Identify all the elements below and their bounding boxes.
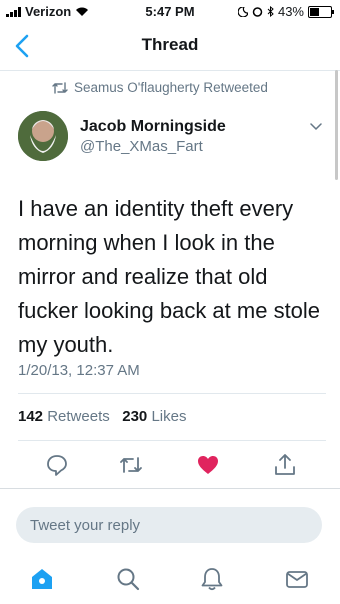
mail-icon[interactable] bbox=[284, 566, 310, 592]
reply-input[interactable] bbox=[16, 507, 322, 543]
tab-bar bbox=[0, 560, 340, 604]
battery-icon bbox=[308, 5, 334, 18]
retweeted-by-label: Seamus O'flaugherty Retweeted bbox=[74, 80, 268, 95]
status-right: 43% bbox=[237, 4, 334, 19]
tweet-timestamp: 1/20/13, 12:37 AM bbox=[18, 362, 140, 379]
retweet-icon bbox=[52, 81, 68, 94]
likes-count: 230 bbox=[122, 408, 148, 425]
divider bbox=[18, 393, 326, 394]
bluetooth-icon bbox=[267, 6, 274, 17]
likes-stat[interactable]: 230 Likes bbox=[122, 408, 186, 425]
home-icon[interactable] bbox=[29, 566, 55, 592]
retweets-stat[interactable]: 142 Retweets bbox=[18, 408, 110, 425]
avatar-image bbox=[18, 111, 68, 161]
moon-icon bbox=[237, 6, 248, 17]
retweets-count: 142 bbox=[18, 408, 44, 425]
heart-icon[interactable] bbox=[195, 452, 221, 478]
reply-box[interactable] bbox=[16, 507, 322, 543]
reply-icon[interactable] bbox=[44, 452, 70, 478]
search-icon[interactable] bbox=[115, 566, 141, 592]
share-icon[interactable] bbox=[272, 452, 298, 478]
divider bbox=[18, 440, 326, 441]
scrollbar[interactable] bbox=[335, 70, 338, 180]
status-bar: Verizon 5:47 PM 43% bbox=[0, 0, 340, 22]
tweet-stats: 142 Retweets 230 Likes bbox=[18, 408, 186, 425]
divider bbox=[0, 488, 340, 489]
bell-icon[interactable] bbox=[199, 566, 225, 592]
author-name[interactable]: Jacob Morningside bbox=[80, 118, 226, 136]
retweets-label: Retweets bbox=[47, 408, 110, 425]
page-title: Thread bbox=[141, 35, 199, 54]
tweet-actions bbox=[0, 450, 340, 480]
tweet-text: I have an identity theft every morning w… bbox=[18, 196, 321, 357]
author-handle[interactable]: @The_XMas_Fart bbox=[80, 138, 203, 155]
retweet-context[interactable]: Seamus O'flaugherty Retweeted bbox=[52, 80, 268, 95]
chevron-down-icon[interactable] bbox=[310, 120, 322, 132]
nav-header: Thread bbox=[0, 22, 340, 71]
alarm-icon bbox=[252, 7, 263, 17]
likes-label: Likes bbox=[151, 408, 187, 425]
battery-percent: 43% bbox=[277, 4, 304, 19]
avatar[interactable] bbox=[18, 111, 68, 161]
retweet-icon[interactable] bbox=[118, 452, 144, 478]
